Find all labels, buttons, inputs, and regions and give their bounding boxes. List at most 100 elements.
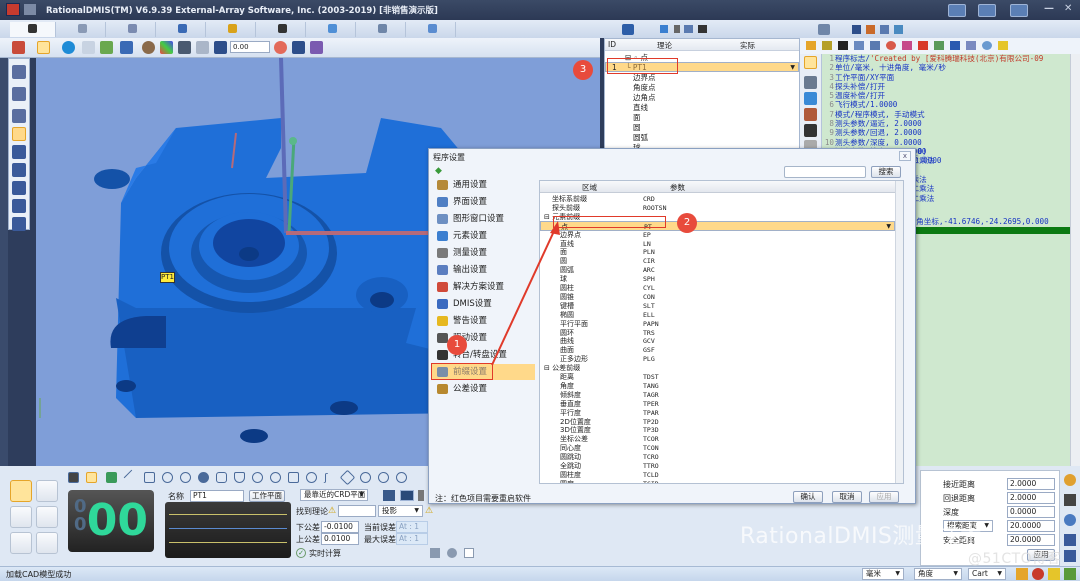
- line-feature-icon[interactable]: [123, 469, 140, 486]
- cone-feature-icon[interactable]: [234, 472, 245, 483]
- edit-feature-icon[interactable]: [430, 548, 440, 558]
- point-feature-icon[interactable]: [86, 472, 97, 483]
- probe-tab-icon[interactable]: [894, 25, 903, 34]
- code-line[interactable]: 8测头参数/逼近, 2.0000: [824, 119, 1070, 128]
- pattern-feature-icon[interactable]: [378, 472, 389, 483]
- home-icon[interactable]: [12, 41, 25, 54]
- prefix-row[interactable]: 圆度 TCIR: [540, 479, 895, 483]
- open-icon[interactable]: [822, 41, 832, 50]
- code-line[interactable]: 9测头参数/回退, 2.0000: [824, 128, 1070, 137]
- clipboard-icon[interactable]: [196, 41, 209, 54]
- feature-tree-row[interactable]: 圆: [605, 122, 799, 132]
- view-icon[interactable]: [100, 41, 113, 54]
- tab-transfer[interactable]: [160, 22, 206, 37]
- code-line[interactable]: 7模式/程序模式, 手动模式: [824, 110, 1070, 119]
- lower-tol-input[interactable]: -0.0100: [321, 521, 359, 533]
- tools-icon[interactable]: [310, 41, 323, 54]
- settings-search-input[interactable]: [784, 166, 866, 178]
- tab-report[interactable]: [60, 22, 106, 37]
- layout-2-icon[interactable]: [978, 4, 996, 17]
- code-line[interactable]: 6飞行模式/1.0000: [824, 100, 1070, 109]
- comment-icon[interactable]: [982, 41, 992, 50]
- arc-feature-icon[interactable]: [180, 472, 191, 483]
- feature-tab-icon[interactable]: [622, 24, 634, 35]
- depth-input[interactable]: 0.0000: [1007, 506, 1055, 518]
- probe-search-icon[interactable]: [1064, 514, 1076, 526]
- close-button[interactable]: ✕: [1064, 3, 1072, 14]
- tab-monitor[interactable]: [360, 22, 406, 37]
- probe-head-icon[interactable]: [1064, 494, 1076, 506]
- plane-feature-icon[interactable]: [144, 472, 155, 483]
- slot-feature-icon[interactable]: [270, 472, 281, 483]
- feature-tree-row[interactable]: 边角点: [605, 92, 799, 102]
- settings-search-button[interactable]: 搜索: [871, 166, 901, 178]
- plane-select[interactable]: 最靠近的CRD平面: [300, 489, 368, 501]
- flag-icon[interactable]: [950, 41, 960, 50]
- status-icon-2[interactable]: [1032, 568, 1044, 580]
- select-cursor-icon[interactable]: [37, 41, 50, 54]
- view-tool-2-icon[interactable]: [12, 87, 26, 101]
- program-tab-icon[interactable]: [818, 24, 830, 35]
- probe-icon[interactable]: [10, 506, 32, 528]
- prefix-value[interactable]: TCIR: [643, 479, 659, 483]
- realtime-checkbox[interactable]: ✓: [296, 548, 306, 558]
- layers-icon[interactable]: [804, 92, 817, 105]
- coordinate-select[interactable]: Cart: [968, 568, 1006, 580]
- feature-tree-row[interactable]: 圆弧: [605, 132, 799, 142]
- gear-tab-icon[interactable]: [866, 25, 875, 34]
- tab-device[interactable]: [260, 22, 306, 37]
- upper-tol-input[interactable]: 0.0100: [321, 533, 359, 545]
- manual-measure-icon[interactable]: [10, 480, 32, 502]
- code-line[interactable]: 4探头补偿/打开: [824, 82, 1070, 91]
- box-icon[interactable]: [292, 41, 305, 54]
- curve-feature-icon[interactable]: ʃ: [324, 472, 335, 483]
- view-tool-7-icon[interactable]: [12, 181, 26, 195]
- run-icon[interactable]: [804, 124, 817, 137]
- list-tab-icon[interactable]: [880, 25, 889, 34]
- projection-select[interactable]: 投影: [378, 505, 423, 517]
- link-feature-icon[interactable]: [447, 548, 457, 558]
- status-icon-1[interactable]: [1016, 568, 1028, 580]
- angle-select[interactable]: 角度: [914, 568, 962, 580]
- view-tool-6-icon[interactable]: [12, 163, 26, 177]
- feature-tree-row[interactable]: 直线: [605, 102, 799, 112]
- retract-input[interactable]: 2.0000: [1007, 492, 1055, 504]
- minimize-button[interactable]: —: [1044, 3, 1054, 14]
- machine-icon[interactable]: [36, 532, 58, 554]
- report-icon[interactable]: [804, 76, 817, 89]
- list-edit-icon[interactable]: [902, 41, 912, 50]
- view-mode-1-icon[interactable]: [383, 490, 395, 501]
- settings-nav-item[interactable]: 界面设置: [431, 194, 535, 210]
- layout-3-icon[interactable]: [1010, 4, 1028, 17]
- camera-icon[interactable]: [178, 41, 191, 54]
- accept-feature-icon[interactable]: [464, 548, 474, 558]
- save-icon[interactable]: [838, 41, 848, 50]
- feature-tree-row[interactable]: 角度点: [605, 82, 799, 92]
- settings-nav-item[interactable]: 通用设置: [431, 177, 535, 193]
- view-mode-3-icon[interactable]: [418, 490, 424, 501]
- search-distance-input[interactable]: 20.0000: [1007, 520, 1055, 532]
- axis-icon[interactable]: [120, 41, 133, 54]
- code-line[interactable]: 3工作平面/XY平面: [824, 73, 1070, 82]
- program-scrollbar[interactable]: [1070, 54, 1080, 466]
- edit-icon[interactable]: [804, 108, 817, 121]
- filter-1-icon[interactable]: [660, 25, 668, 33]
- view-tool-1-icon[interactable]: [12, 65, 26, 79]
- view-tool-9-icon[interactable]: [12, 217, 26, 231]
- clearance-input[interactable]: 20.0000: [1007, 534, 1055, 546]
- view-mode-2-icon[interactable]: [400, 490, 414, 501]
- crosshair-icon[interactable]: [274, 41, 287, 54]
- tab-probe[interactable]: [10, 22, 56, 37]
- settings-nav-item[interactable]: 公差设置: [431, 381, 535, 397]
- cancel-button[interactable]: 取消: [832, 491, 862, 503]
- tab-window[interactable]: [110, 22, 156, 37]
- parallel-plane-icon[interactable]: [288, 472, 299, 483]
- code-line[interactable]: 10测头参数/深度, 0.0000: [824, 138, 1070, 147]
- view-tool-5-icon[interactable]: [12, 145, 26, 159]
- feature-tree-row[interactable]: 面: [605, 112, 799, 122]
- probe-move-2-icon[interactable]: [1064, 550, 1076, 562]
- open-folder-icon[interactable]: [806, 41, 816, 50]
- polygon-feature-icon[interactable]: [360, 472, 371, 483]
- dialog-close-button[interactable]: x: [899, 151, 911, 161]
- status-icon-4[interactable]: [1064, 568, 1076, 580]
